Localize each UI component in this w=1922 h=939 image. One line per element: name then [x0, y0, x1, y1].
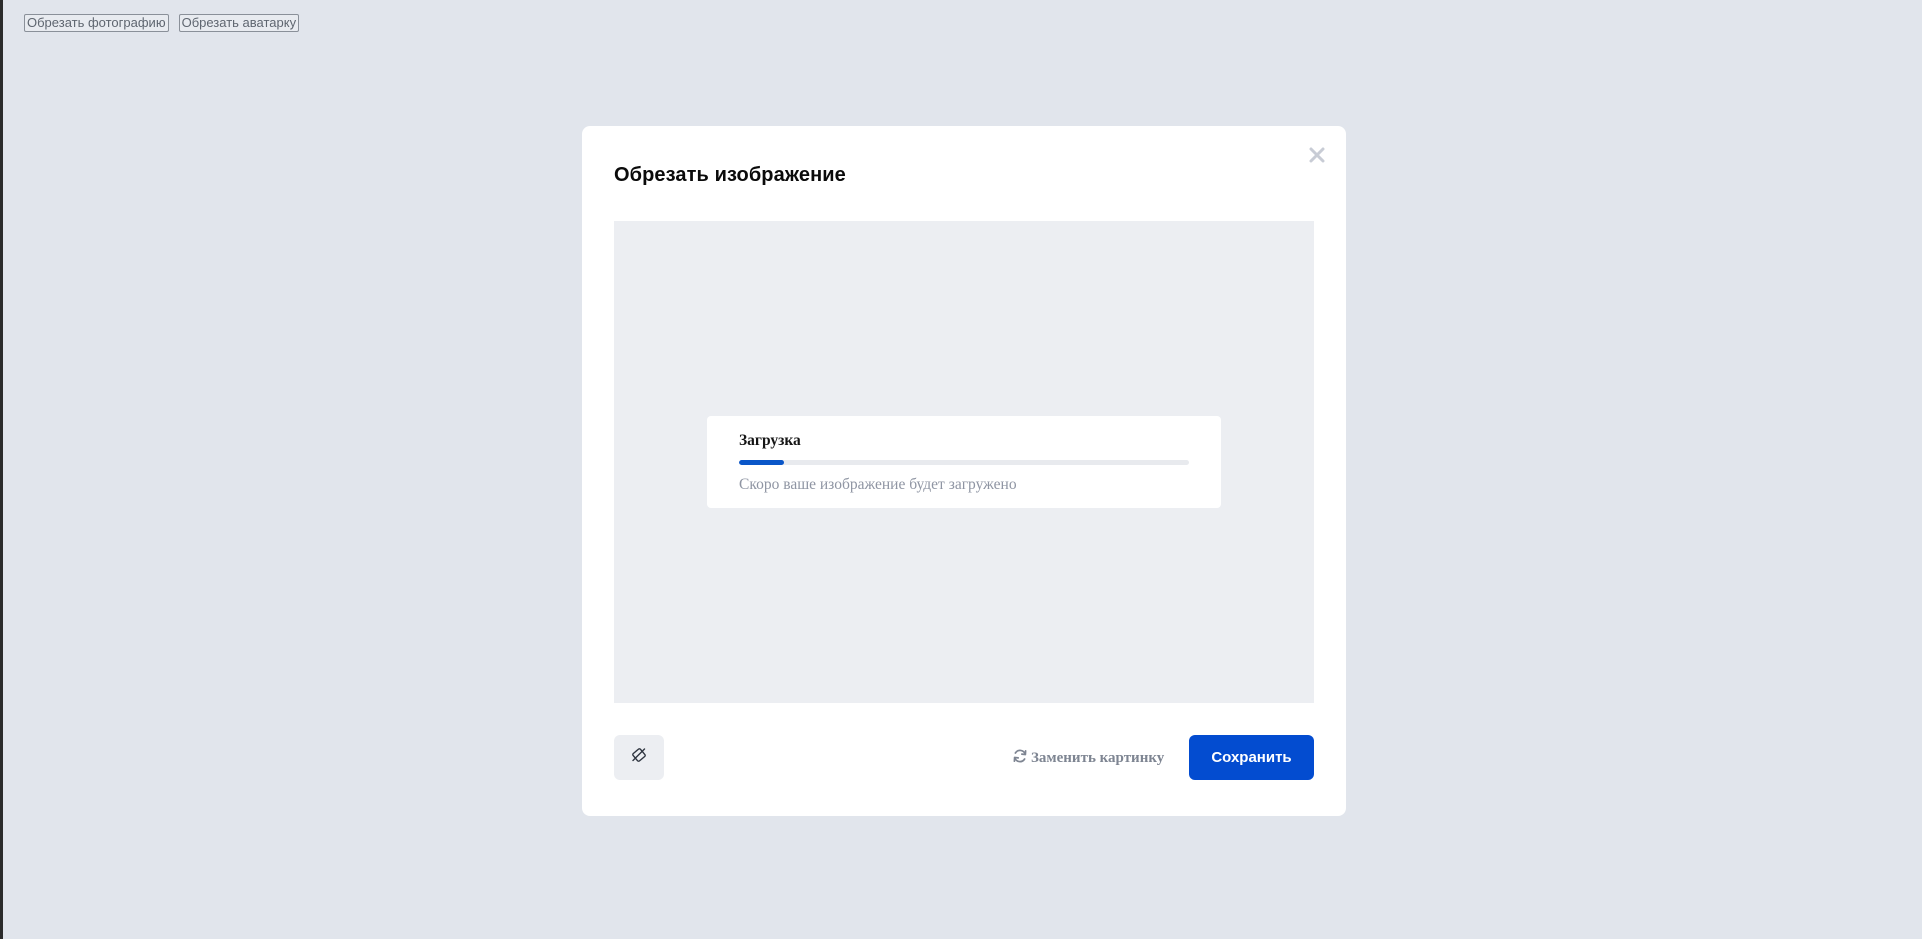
close-icon [1309, 147, 1325, 168]
loading-subtitle: Скоро ваше изображение будет загружено [739, 476, 1017, 493]
progress-bar [739, 460, 1189, 465]
save-button[interactable]: Сохранить [1189, 735, 1314, 780]
top-button-bar: Обрезать фотографию Обрезать аватарку [24, 14, 300, 32]
crop-image-modal: Обрезать изображение Загрузка Скоро ваше… [582, 126, 1346, 816]
modal-title: Обрезать изображение [614, 164, 846, 186]
window-left-edge [0, 0, 3, 939]
close-button[interactable] [1306, 146, 1328, 168]
refresh-icon [1012, 748, 1028, 769]
replace-image-label: Заменить картинку [1031, 749, 1165, 766]
crop-photo-button[interactable]: Обрезать фотографию [24, 14, 169, 32]
crop-area[interactable]: Загрузка Скоро ваше изображение будет за… [614, 221, 1314, 703]
loading-title: Загрузка [739, 432, 801, 449]
loading-card: Загрузка Скоро ваше изображение будет за… [707, 416, 1221, 508]
crop-avatar-button[interactable]: Обрезать аватарку [178, 14, 300, 32]
replace-image-link[interactable]: Заменить картинку [1012, 746, 1164, 770]
rotate-button[interactable] [614, 735, 664, 780]
rotate-icon [630, 746, 648, 769]
progress-fill [739, 460, 784, 465]
